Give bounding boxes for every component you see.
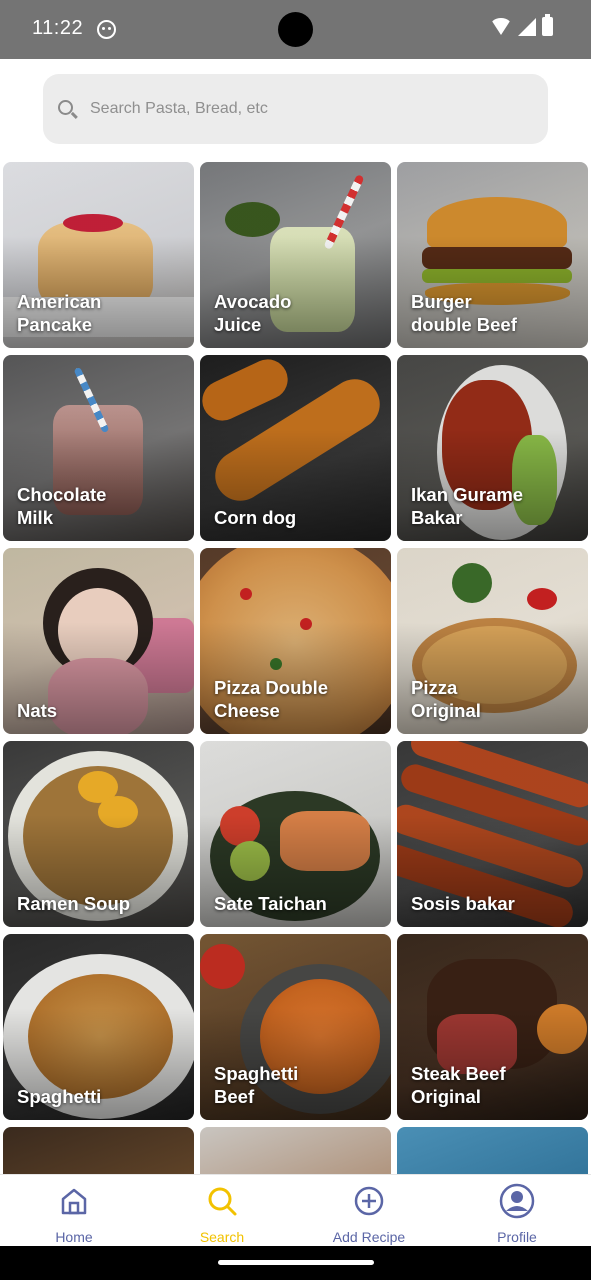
recipe-card[interactable]: Pizza Double Cheese bbox=[200, 548, 391, 734]
home-icon bbox=[61, 1188, 87, 1215]
nav-profile[interactable]: Profile bbox=[443, 1175, 591, 1247]
gesture-bar bbox=[0, 1246, 591, 1280]
recipe-card[interactable]: Sosis bakar bbox=[397, 741, 588, 927]
recipe-card[interactable]: Ikan Gurame Bakar bbox=[397, 355, 588, 541]
recipe-title: Sosis bakar bbox=[411, 893, 515, 914]
nav-add-recipe-label: Add Recipe bbox=[332, 1229, 406, 1245]
nav-add-recipe[interactable]: Add Recipe bbox=[295, 1175, 443, 1247]
wifi-icon bbox=[490, 18, 512, 35]
status-icons bbox=[490, 14, 553, 36]
nav-home[interactable]: Home bbox=[0, 1175, 148, 1247]
recipe-card[interactable]: Ramen Soup bbox=[3, 741, 194, 927]
profile-icon bbox=[499, 1183, 535, 1219]
recipe-card[interactable]: Sate Taichan bbox=[200, 741, 391, 927]
recipe-card[interactable]: American Pancake bbox=[3, 162, 194, 348]
status-bar: 11:22 bbox=[0, 0, 591, 59]
recipe-card[interactable] bbox=[200, 1127, 391, 1174]
recipe-card[interactable]: Nats bbox=[3, 548, 194, 734]
recipe-card[interactable] bbox=[3, 1127, 194, 1174]
recipe-card[interactable]: Chocolate Milk bbox=[3, 355, 194, 541]
recipe-card[interactable]: Spaghetti bbox=[3, 934, 194, 1120]
search-input[interactable] bbox=[90, 74, 530, 144]
search-icon bbox=[58, 100, 73, 115]
battery-icon bbox=[542, 14, 553, 36]
add-circle-icon bbox=[354, 1186, 384, 1216]
recipe-title: Spaghetti Beef bbox=[214, 1063, 299, 1107]
recipe-title: Pizza Original bbox=[411, 677, 481, 721]
search-icon bbox=[208, 1187, 237, 1216]
recipe-title: Nats bbox=[17, 700, 58, 721]
recipe-title: Spaghetti bbox=[17, 1086, 102, 1107]
recipe-title: Steak Beef Original bbox=[411, 1063, 506, 1107]
recipe-card[interactable]: Avocado Juice bbox=[200, 162, 391, 348]
status-time: 11:22 bbox=[32, 17, 84, 39]
recipe-card[interactable]: Burger double Beef bbox=[397, 162, 588, 348]
recipe-title: Corn dog bbox=[214, 507, 297, 528]
recipe-title: Avocado Juice bbox=[214, 291, 292, 335]
recipe-title: Ramen Soup bbox=[17, 893, 131, 914]
nav-home-label: Home bbox=[55, 1229, 93, 1245]
notification-icon bbox=[97, 20, 116, 39]
recipe-title: Sate Taichan bbox=[214, 893, 327, 914]
nav-search[interactable]: Search bbox=[148, 1175, 296, 1247]
nav-profile-label: Profile bbox=[497, 1229, 537, 1245]
recipe-title: American Pancake bbox=[17, 291, 102, 335]
recipe-title: Ikan Gurame Bakar bbox=[411, 484, 524, 528]
recipe-card[interactable]: Corn dog bbox=[200, 355, 391, 541]
gesture-handle[interactable] bbox=[218, 1260, 374, 1265]
search-bar[interactable] bbox=[43, 74, 548, 144]
recipe-card[interactable]: Pizza Original bbox=[397, 548, 588, 734]
recipe-card[interactable]: Spaghetti Beef bbox=[200, 934, 391, 1120]
recipe-grid: American Pancake Avocado Juice Burger do… bbox=[3, 162, 588, 1174]
camera-cutout bbox=[278, 12, 313, 47]
recipe-title: Burger double Beef bbox=[411, 291, 517, 335]
bottom-nav: Home Search Add Recipe Profile bbox=[0, 1174, 591, 1246]
recipe-title: Pizza Double Cheese bbox=[214, 677, 329, 721]
recipe-card[interactable]: Steak Beef Original bbox=[397, 934, 588, 1120]
recipe-card[interactable] bbox=[397, 1127, 588, 1174]
nav-search-label: Search bbox=[199, 1229, 245, 1245]
signal-icon bbox=[518, 17, 536, 36]
recipe-title: Chocolate Milk bbox=[17, 484, 107, 528]
